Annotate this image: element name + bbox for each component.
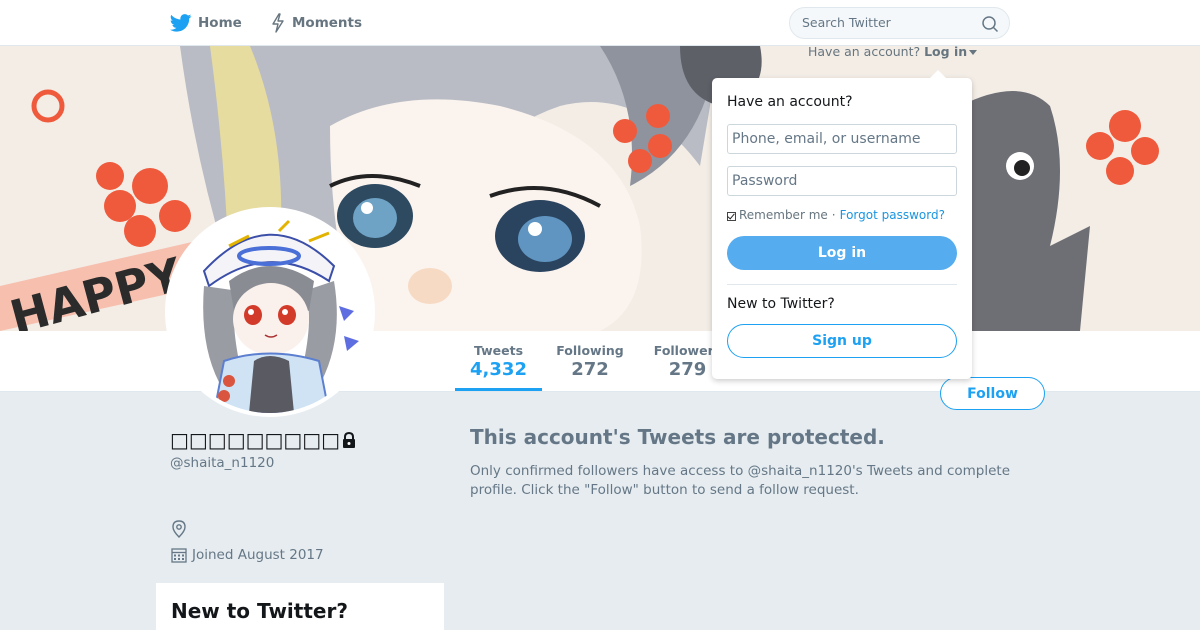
active-tab-indicator — [455, 388, 542, 391]
calendar-icon — [171, 548, 187, 563]
avatar-image — [169, 211, 371, 413]
stat-tweets-value: 4,332 — [470, 359, 527, 380]
login-link[interactable]: Log in — [924, 44, 967, 59]
stat-following[interactable]: Following 272 — [552, 343, 628, 380]
login-heading: Have an account? — [727, 94, 853, 110]
avatar[interactable] — [165, 207, 375, 417]
joined-date: Joined August 2017 — [171, 547, 324, 563]
nav-moments-label: Moments — [292, 15, 363, 31]
dropdown-divider — [727, 284, 957, 285]
login-hint-text: Have an account? — [808, 44, 921, 59]
location-pin-icon — [172, 520, 186, 538]
remember-checkbox[interactable] — [727, 211, 736, 221]
stat-following-value: 272 — [571, 359, 609, 380]
login-dropdown: Have an account? Remember me · Forgot pa… — [712, 70, 972, 379]
joined-text: Joined August 2017 — [192, 547, 324, 563]
nav-home-link[interactable]: Home — [170, 12, 242, 34]
login-button[interactable]: Log in — [727, 236, 957, 270]
search-icon[interactable] — [981, 15, 999, 33]
nav-moments-link[interactable]: Moments — [270, 12, 362, 34]
protected-title: This account's Tweets are protected. — [470, 425, 885, 449]
stat-tweets-label: Tweets — [473, 343, 524, 358]
separator-dot: · — [831, 208, 836, 222]
remember-row: Remember me · Forgot password? — [727, 208, 945, 222]
login-hint: Have an account? Log in — [808, 44, 978, 59]
follow-button[interactable]: Follow — [940, 377, 1045, 410]
stat-following-label: Following — [556, 343, 624, 358]
search-input[interactable] — [802, 15, 972, 30]
search-box — [789, 7, 1010, 39]
twitter-bird-icon — [170, 14, 192, 32]
stat-tweets[interactable]: Tweets 4,332 — [455, 343, 542, 380]
remember-label: Remember me — [739, 208, 828, 222]
password-field[interactable] — [727, 166, 957, 196]
caret-down-icon[interactable] — [969, 50, 978, 55]
new-to-twitter-card: New to Twitter? — [156, 583, 444, 630]
new-to-twitter-label: New to Twitter? — [727, 296, 835, 312]
username-field[interactable] — [727, 124, 957, 154]
nav-home-label: Home — [198, 15, 242, 31]
new-to-twitter-heading: New to Twitter? — [171, 599, 348, 623]
forgot-password-link[interactable]: Forgot password? — [840, 208, 945, 222]
profile-handle[interactable]: @shaita_n1120 — [170, 455, 274, 471]
top-nav: Home Moments — [0, 0, 1200, 46]
signup-button[interactable]: Sign up — [727, 324, 957, 358]
display-name-text: □□□□□□□□□ — [170, 428, 341, 452]
protected-message: Only confirmed followers have access to … — [470, 463, 1011, 498]
lock-icon — [343, 432, 356, 448]
profile-display-name: □□□□□□□□□ — [170, 428, 356, 452]
lightning-icon — [272, 13, 284, 33]
